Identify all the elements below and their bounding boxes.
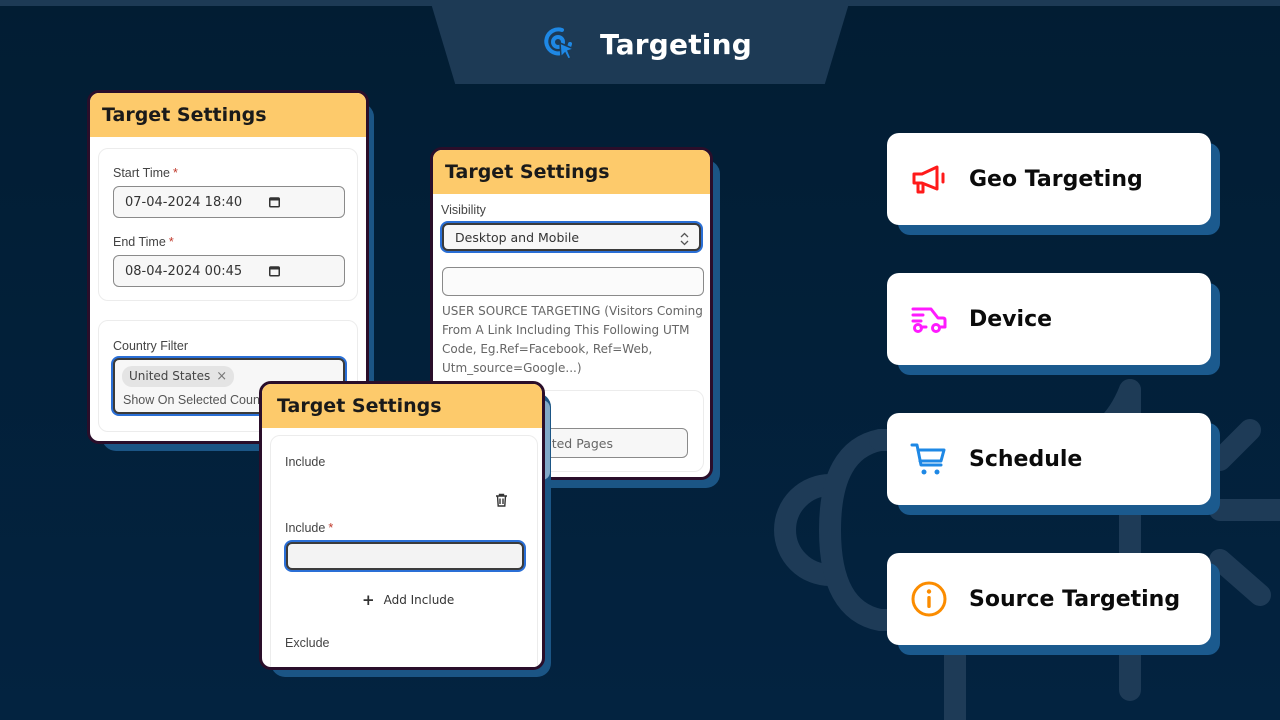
select-updown-icon — [680, 232, 689, 246]
include-input[interactable] — [286, 542, 524, 570]
page-title: Targeting — [600, 27, 752, 61]
add-include-button[interactable]: + Add Include — [362, 591, 454, 609]
shopping-cart-icon — [909, 439, 949, 479]
plus-icon: + — [362, 591, 375, 609]
exclude-label: Exclude — [285, 636, 330, 650]
time-card: Start Time * 07-04-2024 18:40 End Time * 0… — [98, 148, 358, 301]
megaphone-icon — [909, 159, 949, 199]
start-time-input[interactable]: 07-04-2024 18:40 — [113, 186, 345, 218]
feature-label: Schedule — [969, 446, 1083, 472]
panel-title: Target Settings — [90, 93, 366, 137]
include-field-label: Include * — [285, 521, 334, 535]
utm-source-input[interactable] — [442, 267, 704, 296]
trash-icon[interactable] — [495, 493, 508, 507]
calendar-icon[interactable] — [269, 266, 280, 277]
end-time-label: End Time * — [113, 235, 174, 249]
feature-label: Geo Targeting — [969, 166, 1143, 192]
country-mode-text: Show On Selected Coun — [123, 392, 260, 407]
panel-title: Target Settings — [433, 150, 710, 194]
panel-title: Target Settings — [262, 384, 542, 428]
country-filter-label: Country Filter — [113, 339, 189, 353]
feature-label: Source Targeting — [969, 586, 1181, 612]
include-section-label: Include — [285, 455, 326, 469]
end-time-input[interactable]: 08-04-2024 00:45 — [113, 255, 345, 287]
start-time-label: Start Time * — [113, 166, 178, 180]
feature-card-geo-targeting: Geo Targeting — [887, 133, 1211, 225]
feature-card-source-targeting: Source Targeting — [887, 553, 1211, 645]
target-settings-panel-include: Target Settings Include Include * + Add I… — [259, 381, 545, 670]
feature-card-schedule: Schedule — [887, 413, 1211, 505]
info-circle-icon — [909, 579, 949, 619]
utm-help-text: USER SOURCE TARGETING (Visitors Coming F… — [442, 304, 703, 375]
country-chip: United States × — [122, 365, 235, 387]
feature-label: Device — [969, 306, 1053, 332]
delivery-truck-icon — [909, 299, 949, 339]
chip-remove-icon[interactable]: × — [216, 369, 227, 384]
page-header: Targeting — [540, 22, 752, 66]
target-click-icon — [540, 22, 580, 67]
feature-card-device: Device — [887, 273, 1211, 365]
calendar-icon[interactable] — [269, 197, 280, 208]
visibility-select[interactable]: Desktop and Mobile — [442, 223, 701, 251]
visibility-label: Visibility — [441, 203, 486, 217]
